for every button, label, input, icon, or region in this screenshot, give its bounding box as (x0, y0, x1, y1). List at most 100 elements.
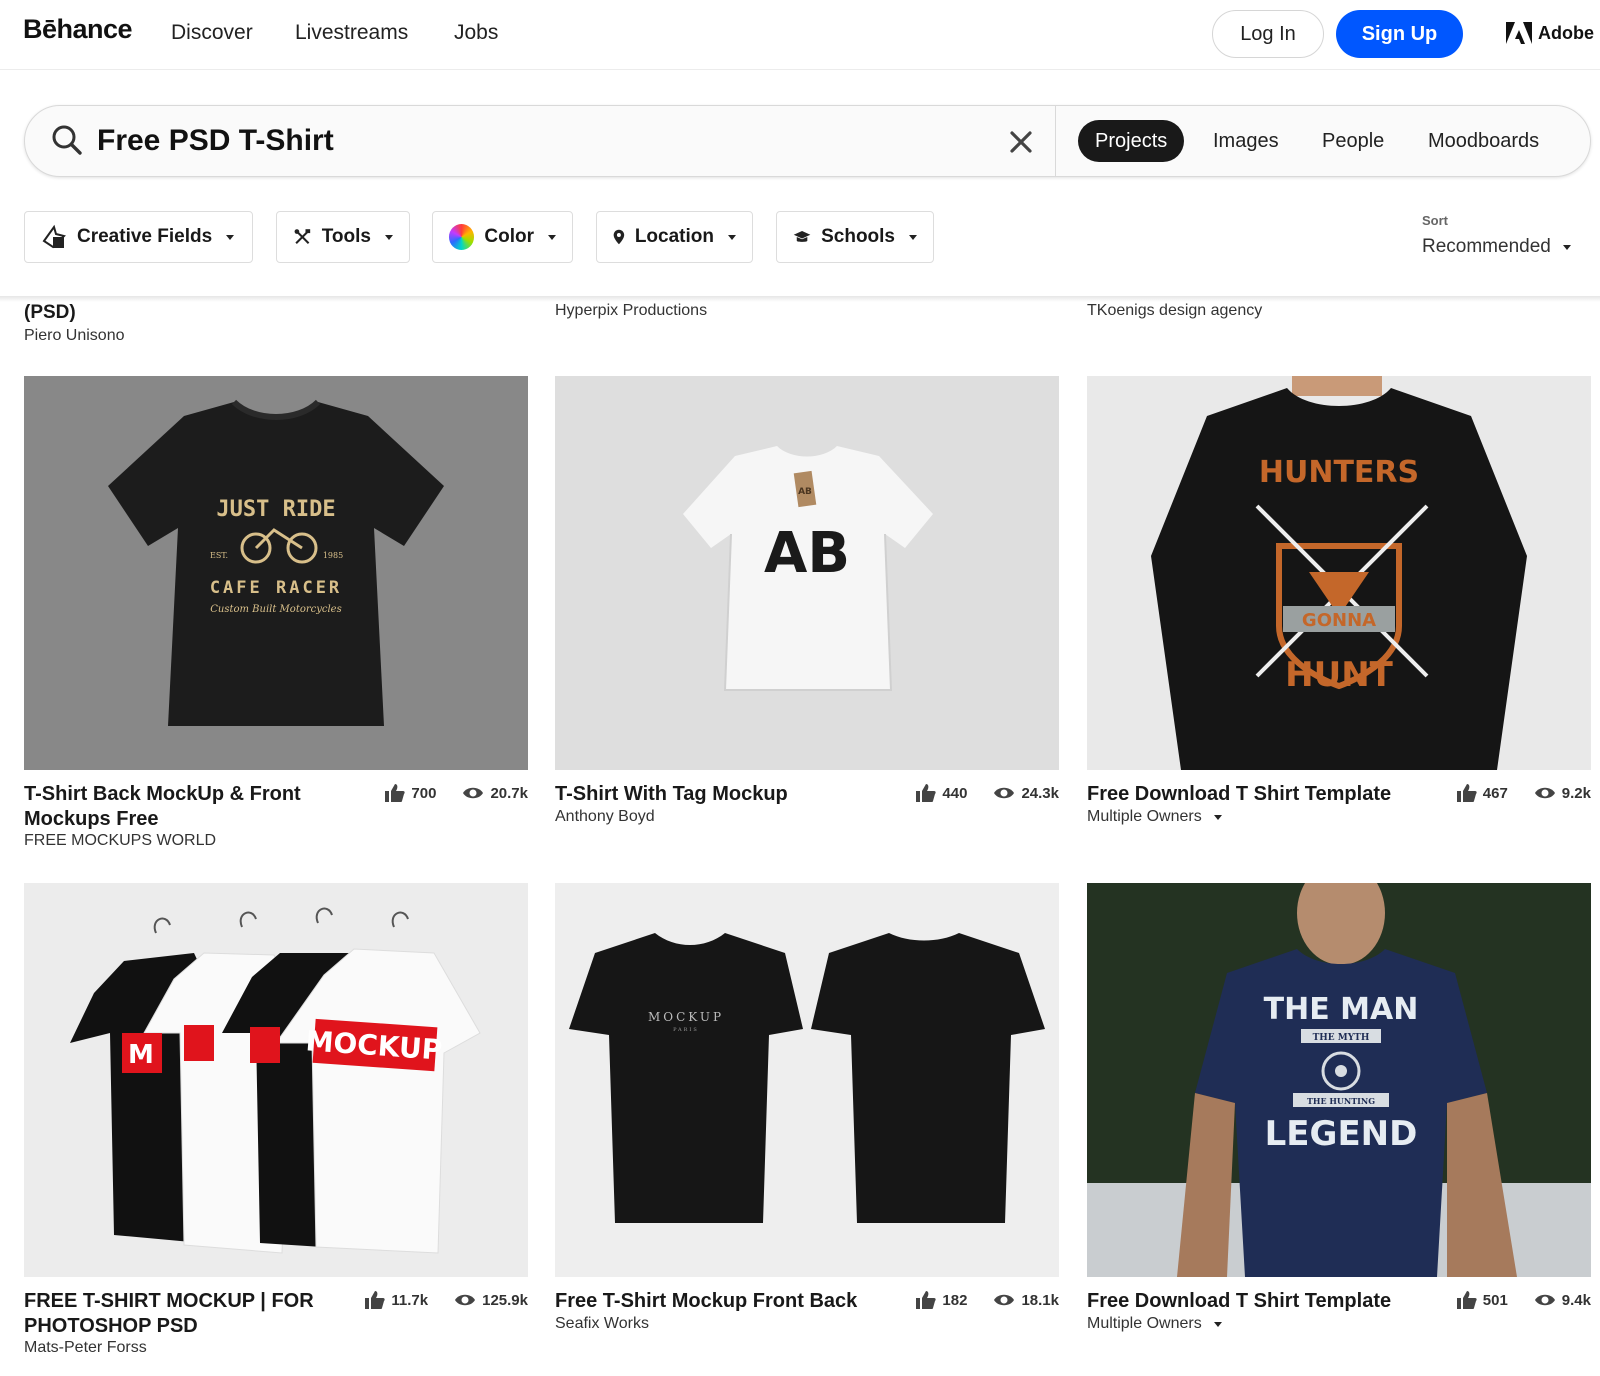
project-thumbnail[interactable]: JUST RIDE EST. 1985 CAFE RACER Custom Bu… (24, 376, 528, 770)
chevron-down-icon (909, 234, 917, 240)
project-thumbnail[interactable]: M MOCKUP (24, 883, 528, 1277)
creative-fields-icon (42, 224, 66, 249)
project-stats: 700 20.7k (385, 784, 528, 802)
thumbs-up-icon (365, 1291, 386, 1309)
tools-icon (294, 229, 311, 244)
sort-dropdown[interactable]: Recommended (1422, 236, 1571, 258)
thumbs-up-icon (916, 1291, 937, 1309)
project-stats: 11.7k 125.9k (365, 1291, 528, 1309)
like-count: 467 (1482, 784, 1508, 802)
project-title[interactable]: T-Shirt With Tag Mockup (555, 782, 845, 807)
shirt-print: AB (764, 521, 850, 586)
project-owner[interactable]: Piero Unisono (24, 327, 125, 345)
thumbs-up-icon (385, 784, 406, 802)
tab-people[interactable]: People (1305, 120, 1401, 162)
chevron-down-icon (1213, 814, 1222, 820)
project-owner[interactable]: Mats-Peter Forss (24, 1339, 147, 1357)
shirt-print: CAFE RACER (210, 578, 342, 598)
project-title[interactable]: FREE T-SHIRT MOCKUP | FOR PHOTOSHOP PSD (24, 1289, 314, 1339)
shirt-print: THE MAN (1264, 992, 1419, 1027)
search-bar: Projects Images People Moodboards (24, 105, 1591, 177)
shirt-print: THE MYTH (1313, 1033, 1370, 1043)
project-title[interactable]: Free Download T Shirt Template (1087, 782, 1417, 807)
chevron-down-icon (728, 234, 736, 240)
filter-color[interactable]: Color (432, 211, 573, 263)
project-thumbnail[interactable]: AB AB (555, 376, 1059, 770)
project-stats: 467 9.2k (1456, 784, 1591, 802)
filter-label: Location (634, 226, 714, 247)
project-stats: 182 18.1k (916, 1291, 1059, 1309)
nav-livestreams[interactable]: Livestreams (295, 21, 408, 45)
eye-icon (994, 1294, 1015, 1306)
filter-location[interactable]: Location (596, 211, 753, 263)
thumbs-up-icon (916, 784, 937, 802)
project-thumbnail[interactable]: MOCKUP PARIS (555, 883, 1059, 1277)
graduation-cap-icon (793, 230, 811, 242)
view-count: 24.3k (1021, 784, 1059, 802)
tab-moodboards[interactable]: Moodboards (1411, 120, 1556, 162)
filter-label: Tools (321, 226, 371, 247)
tab-images[interactable]: Images (1196, 120, 1296, 162)
shirt-print: JUST RIDE (216, 497, 335, 522)
view-count: 20.7k (490, 784, 528, 802)
project-owner-dropdown[interactable]: Multiple Owners (1087, 808, 1222, 826)
view-count: 9.2k (1561, 784, 1591, 802)
search-input[interactable] (97, 120, 957, 162)
filter-schools[interactable]: Schools (776, 211, 934, 263)
view-count: 9.4k (1561, 1291, 1591, 1309)
project-title[interactable]: Free Download T Shirt Template (1087, 1289, 1417, 1314)
tshirt-image: THE MAN THE MYTH THE HUNTING LEGEND (1087, 883, 1591, 1277)
project-thumbnail[interactable]: THE MAN THE MYTH THE HUNTING LEGEND (1087, 883, 1591, 1277)
project-thumbnail[interactable]: HUNTERS GONNA HUNT (1087, 376, 1591, 770)
eye-icon (455, 1294, 476, 1306)
chevron-down-icon (226, 234, 235, 240)
chevron-down-icon (548, 234, 556, 240)
shirt-print: M (128, 1040, 154, 1070)
project-owner[interactable]: Anthony Boyd (555, 808, 655, 826)
close-icon[interactable] (1003, 124, 1039, 160)
tag-print: AB (798, 487, 812, 497)
project-owner-dropdown[interactable]: Multiple Owners (1087, 1315, 1222, 1333)
project-owner[interactable]: TKoenigs design agency (1087, 302, 1262, 320)
project-title[interactable]: (PSD) (24, 302, 76, 324)
chevron-down-icon (1213, 1321, 1222, 1327)
thumbs-up-icon (1456, 784, 1477, 802)
like-count: 700 (411, 784, 437, 802)
adobe-label: Adobe (1538, 22, 1594, 43)
like-count: 11.7k (391, 1291, 429, 1309)
project-owner: Multiple Owners (1087, 808, 1202, 825)
view-count: 125.9k (482, 1291, 528, 1309)
filter-creative-fields[interactable]: Creative Fields (24, 211, 253, 263)
nav-discover[interactable]: Discover (171, 21, 253, 45)
shirt-print: EST. (210, 551, 228, 560)
project-owner[interactable]: Seafix Works (555, 1315, 649, 1333)
behance-logo[interactable]: Bēhance (23, 14, 133, 45)
adobe-link[interactable]: Adobe (1506, 20, 1594, 46)
shirt-print: THE HUNTING (1307, 1096, 1375, 1106)
eye-icon (994, 787, 1015, 799)
tshirt-image: MOCKUP PARIS (569, 933, 1045, 1223)
chevron-down-icon (1562, 244, 1571, 250)
project-title[interactable]: T-Shirt Back MockUp & Front Mockups Free (24, 782, 314, 832)
tshirt-image: JUST RIDE EST. 1985 CAFE RACER Custom Bu… (108, 399, 444, 726)
login-button[interactable]: Log In (1212, 10, 1324, 58)
tshirt-image: AB AB (683, 446, 933, 691)
filter-tools[interactable]: Tools (276, 211, 410, 263)
like-count: 501 (1482, 1291, 1508, 1309)
project-stats: 440 24.3k (916, 784, 1059, 802)
project-title[interactable]: Free T-Shirt Mockup Front Back (555, 1289, 885, 1314)
chevron-down-icon (385, 234, 393, 240)
project-owner[interactable]: Hyperpix Productions (555, 302, 707, 320)
project-owner[interactable]: FREE MOCKUPS WORLD (24, 832, 216, 850)
location-pin-icon (613, 229, 625, 245)
sort-label: Sort (1422, 213, 1448, 228)
nav-jobs[interactable]: Jobs (454, 21, 498, 45)
like-count: 182 (942, 1291, 968, 1309)
tab-projects[interactable]: Projects (1078, 120, 1185, 162)
eye-icon (463, 787, 484, 799)
color-wheel-icon (449, 224, 475, 250)
search-icon (52, 125, 82, 155)
view-count: 18.1k (1021, 1291, 1059, 1309)
shirt-print: GONNA (1302, 610, 1376, 631)
signup-button[interactable]: Sign Up (1336, 10, 1463, 58)
